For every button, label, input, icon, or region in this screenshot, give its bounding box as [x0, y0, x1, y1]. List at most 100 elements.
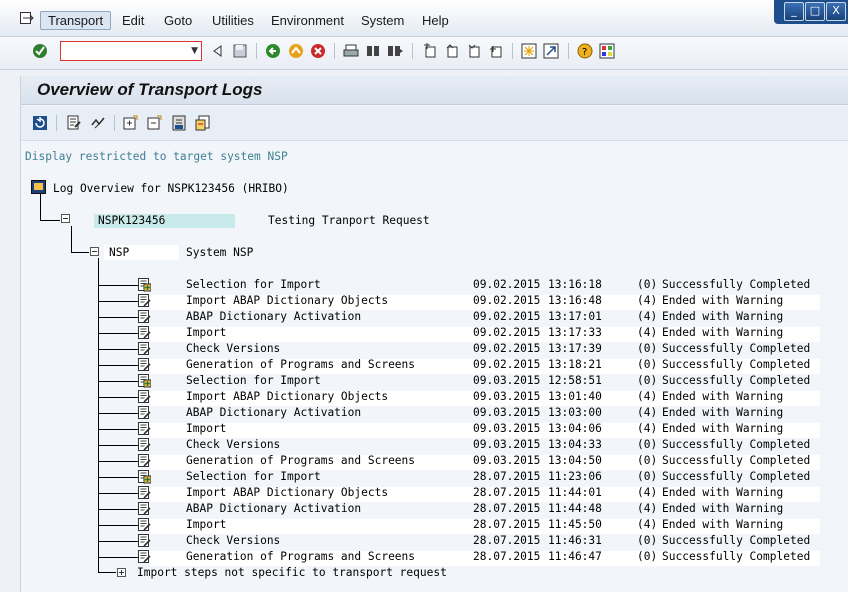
log-icon[interactable] [138, 550, 151, 564]
cancel-icon[interactable] [310, 43, 326, 59]
step-name[interactable]: Selection for Import [186, 374, 321, 387]
select-icon[interactable] [138, 470, 151, 484]
expand-subtree-icon[interactable] [123, 115, 139, 131]
step-time: 13:17:39 [548, 342, 602, 355]
step-name[interactable]: Import ABAP Dictionary Objects [186, 390, 388, 403]
log-icon[interactable] [138, 390, 151, 404]
step-time: 11:46:47 [548, 550, 602, 563]
log-icon[interactable] [138, 438, 151, 452]
log-icon[interactable] [138, 310, 151, 324]
log-icon[interactable] [138, 534, 151, 548]
exit-icon[interactable] [288, 43, 304, 59]
step-name[interactable]: Selection for Import [186, 278, 321, 291]
step-date: 09.03.2015 [473, 406, 541, 419]
log-icon[interactable] [138, 326, 151, 340]
create-session-icon[interactable] [521, 43, 537, 59]
step-name[interactable]: Check Versions [186, 534, 280, 547]
log-icon[interactable] [138, 502, 151, 516]
menu-goto[interactable]: Goto [164, 13, 192, 28]
step-name[interactable]: Selection for Import [186, 470, 321, 483]
menu-environment[interactable]: Environment [271, 13, 344, 28]
step-date: 28.07.2015 [473, 502, 541, 515]
find-icon[interactable] [365, 43, 381, 59]
tree-connector [98, 509, 138, 510]
step-name[interactable]: Import [186, 518, 226, 531]
application-toolbar [21, 106, 848, 141]
tree-connector [98, 285, 138, 286]
chevron-down-icon[interactable]: ▼ [191, 46, 198, 56]
log-icon[interactable] [138, 342, 151, 356]
step-name[interactable]: Generation of Programs and Screens [186, 358, 415, 371]
request-id[interactable]: NSPK123456 [98, 214, 165, 227]
close-button[interactable]: X [826, 2, 846, 21]
log-icon[interactable] [138, 518, 151, 532]
step-name[interactable]: Check Versions [186, 342, 280, 355]
status-text: Ended with Warning [662, 390, 784, 403]
step-date: 09.03.2015 [473, 454, 541, 467]
tree-root-label[interactable]: Log Overview for NSPK123456 (HRIBO) [53, 182, 289, 195]
return-code: (4) [637, 502, 658, 515]
step-name[interactable]: Generation of Programs and Screens [186, 454, 415, 467]
first-page-icon[interactable] [422, 43, 438, 59]
back-icon[interactable] [265, 43, 281, 59]
menu-bar: Transport Edit Goto Utilities Environmen… [0, 0, 848, 37]
collapse-subtree-icon[interactable] [147, 115, 163, 131]
maximize-button[interactable]: □ [805, 2, 825, 21]
enter-icon[interactable] [32, 43, 48, 59]
menu-edit[interactable]: Edit [122, 13, 144, 28]
tree-connector [98, 349, 138, 350]
find-next-icon[interactable] [387, 43, 403, 59]
print-icon[interactable] [343, 43, 359, 59]
help-icon[interactable]: ? [577, 43, 593, 59]
step-name[interactable]: ABAP Dictionary Activation [186, 310, 361, 323]
step-name[interactable]: Import [186, 422, 226, 435]
log-icon[interactable] [138, 358, 151, 372]
step-name[interactable]: Import ABAP Dictionary Objects [186, 294, 388, 307]
technical-view-icon[interactable] [90, 115, 106, 131]
menu-transport[interactable]: Transport [40, 11, 112, 30]
step-name[interactable]: Import [186, 326, 226, 339]
next-page-icon[interactable] [466, 43, 482, 59]
step-name[interactable]: Import ABAP Dictionary Objects [186, 486, 388, 499]
step-time: 12:58:51 [548, 374, 602, 387]
minimize-button[interactable]: _ [784, 2, 804, 21]
status-text: Successfully Completed [662, 534, 811, 547]
command-input[interactable] [63, 43, 187, 61]
system-id[interactable]: NSP [109, 246, 129, 259]
step-name[interactable]: ABAP Dictionary Activation [186, 502, 361, 515]
save-icon[interactable] [232, 43, 248, 59]
tree-footer-label[interactable]: Import steps not specific to transport r… [137, 566, 447, 579]
step-name[interactable]: Generation of Programs and Screens [186, 550, 415, 563]
toolbar-separator [114, 115, 115, 131]
alert-log-icon[interactable] [195, 115, 211, 131]
step-name[interactable]: ABAP Dictionary Activation [186, 406, 361, 419]
log-icon[interactable] [138, 454, 151, 468]
system-menu-icon[interactable] [20, 12, 34, 24]
download-icon[interactable] [171, 115, 187, 131]
command-field[interactable]: ▼ [60, 41, 202, 61]
expand-icon[interactable] [117, 568, 126, 577]
display-log-icon[interactable] [66, 115, 82, 131]
collapse-icon[interactable] [61, 214, 70, 223]
return-code: (4) [637, 390, 658, 403]
log-icon[interactable] [138, 422, 151, 436]
shortcut-icon[interactable] [543, 43, 559, 59]
last-page-icon[interactable] [488, 43, 504, 59]
log-icon[interactable] [138, 406, 151, 420]
status-text: Successfully Completed [662, 550, 811, 563]
menu-system[interactable]: System [361, 13, 404, 28]
select-icon[interactable] [138, 278, 151, 292]
refresh-icon[interactable] [32, 115, 48, 131]
log-icon[interactable] [138, 294, 151, 308]
collapse-icon[interactable] [90, 247, 99, 256]
menu-help[interactable]: Help [422, 13, 449, 28]
toolbar-separator [568, 43, 569, 59]
select-icon[interactable] [138, 374, 151, 388]
back-arrow-icon[interactable] [210, 43, 226, 59]
step-name[interactable]: Check Versions [186, 438, 280, 451]
log-icon[interactable] [138, 486, 151, 500]
menu-utilities[interactable]: Utilities [212, 13, 254, 28]
layout-menu-icon[interactable] [599, 43, 615, 59]
step-date: 09.02.2015 [473, 326, 541, 339]
previous-page-icon[interactable] [444, 43, 460, 59]
